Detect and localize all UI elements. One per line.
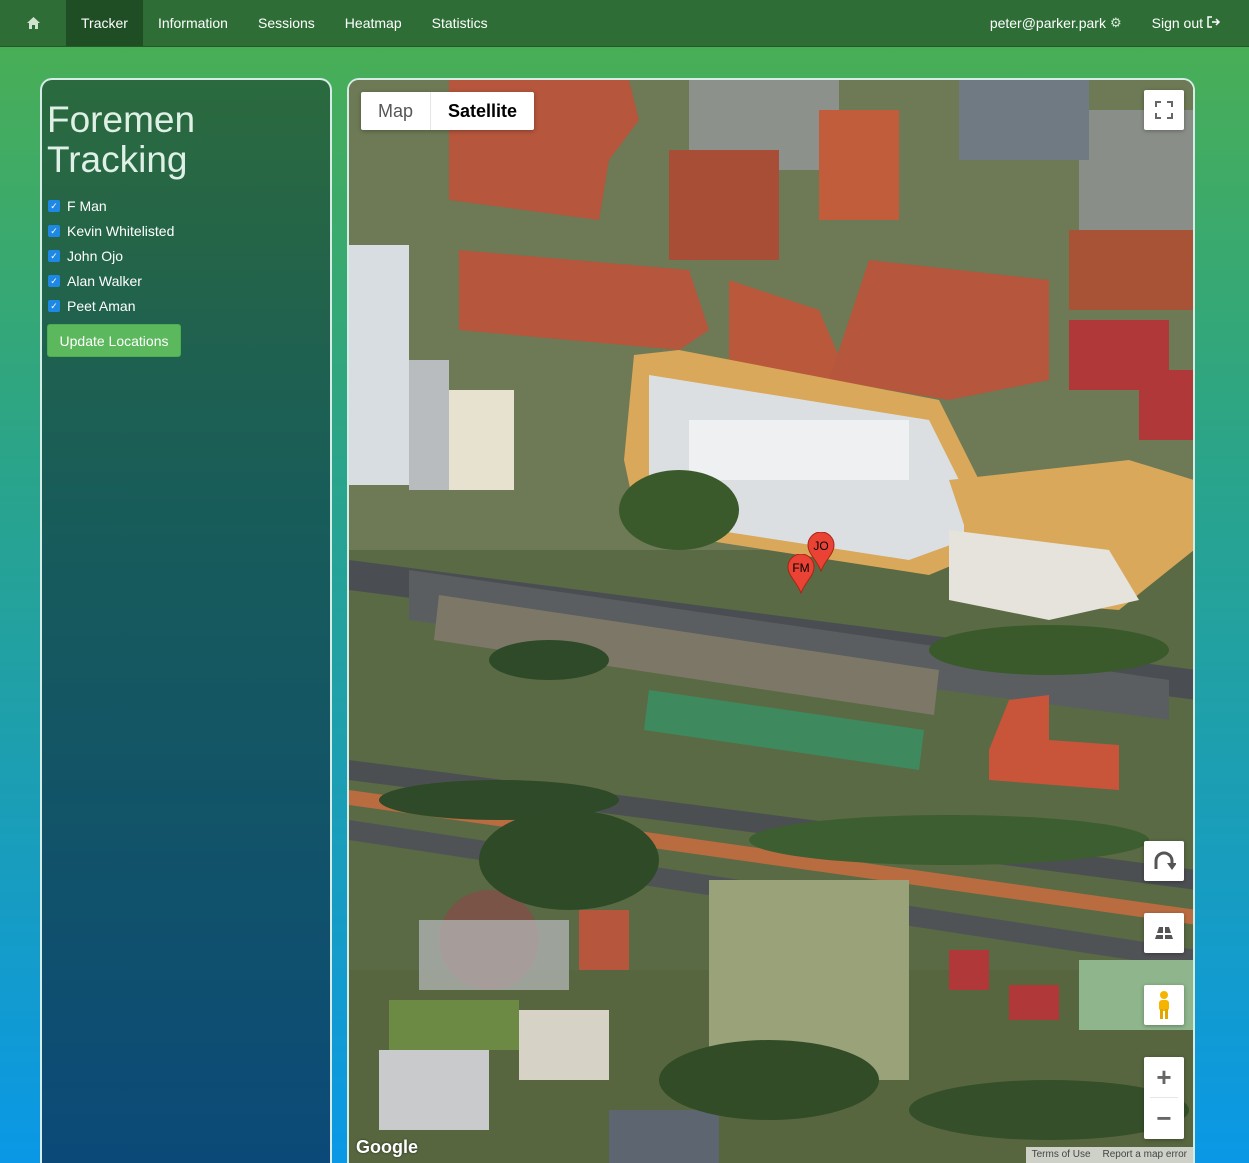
checkbox[interactable]: ✓ (48, 299, 60, 312)
foreman-name: F Man (67, 197, 107, 214)
zoom-control: + − (1144, 1057, 1184, 1139)
sign-out-label: Sign out (1151, 15, 1203, 31)
fullscreen-icon[interactable] (1144, 90, 1184, 130)
user-email: peter@parker.park (989, 15, 1106, 31)
checkbox[interactable]: ✓ (48, 249, 60, 262)
tilt-icon[interactable] (1144, 913, 1184, 953)
nav-heatmap[interactable]: Heatmap (330, 0, 417, 46)
rotate-icon[interactable] (1144, 841, 1184, 881)
checkbox[interactable]: ✓ (48, 224, 60, 237)
report-map-error-link[interactable]: Report a map error (1097, 1147, 1193, 1163)
foreman-name: Alan Walker (67, 272, 142, 289)
panel-title: Foremen Tracking (47, 100, 195, 180)
nav-tracker[interactable]: Tracker (66, 0, 143, 46)
zoom-in-button[interactable]: + (1144, 1057, 1184, 1097)
foreman-name: John Ojo (67, 247, 124, 264)
foreman-name: Kevin Whitelisted (67, 222, 175, 239)
update-locations-button[interactable]: Update Locations (47, 324, 181, 357)
gear-icon: ⚙ (1109, 15, 1122, 30)
top-navbar: Tracker Information Sessions Heatmap Sta… (0, 0, 1249, 47)
foreman-item[interactable]: ✓ Kevin Whitelisted (48, 218, 174, 243)
foremen-list: ✓ F Man ✓ Kevin Whitelisted ✓ John Ojo ✓ Ala… (48, 193, 174, 318)
satellite-map[interactable]: Map Satellite + − JO FM Google Terms of … (347, 78, 1195, 1163)
panel-title-line1: Foremen (47, 99, 196, 140)
nav-statistics[interactable]: Statistics (417, 0, 503, 46)
map-attribution: Terms of Use Report a map error (1025, 1147, 1193, 1163)
sign-out-link[interactable]: Sign out (1137, 0, 1249, 46)
foreman-item[interactable]: ✓ John Ojo (48, 243, 174, 268)
zoom-out-button[interactable]: − (1144, 1098, 1184, 1138)
marker-label: JO (813, 539, 829, 553)
map-imagery (349, 80, 1193, 1163)
terms-of-use-link[interactable]: Terms of Use (1026, 1147, 1097, 1163)
foreman-item[interactable]: ✓ F Man (48, 193, 174, 218)
foreman-name: Peet Aman (67, 297, 136, 314)
checkbox[interactable]: ✓ (48, 274, 60, 287)
user-menu[interactable]: peter@parker.park ⚙ (975, 0, 1137, 46)
foreman-item[interactable]: ✓ Peet Aman (48, 293, 174, 318)
google-logo: Google (356, 1137, 418, 1157)
street-view-pegman-icon[interactable] (1144, 985, 1184, 1025)
map-type-map-button[interactable]: Map (361, 92, 430, 130)
map-type-satellite-button[interactable]: Satellite (430, 92, 534, 130)
nav-information[interactable]: Information (143, 0, 243, 46)
map-type-control: Map Satellite (361, 92, 535, 130)
foreman-item[interactable]: ✓ Alan Walker (48, 268, 174, 293)
nav-sessions[interactable]: Sessions (243, 0, 330, 46)
home-icon[interactable] (0, 0, 66, 46)
foremen-panel: Foremen Tracking ✓ F Man ✓ Kevin Whitelist… (40, 78, 332, 1163)
sign-out-icon (1207, 15, 1221, 31)
map-marker-fm[interactable]: FM (787, 553, 815, 595)
checkbox[interactable]: ✓ (48, 199, 60, 212)
panel-title-line2: Tracking (47, 139, 188, 180)
marker-label: FM (792, 561, 810, 575)
